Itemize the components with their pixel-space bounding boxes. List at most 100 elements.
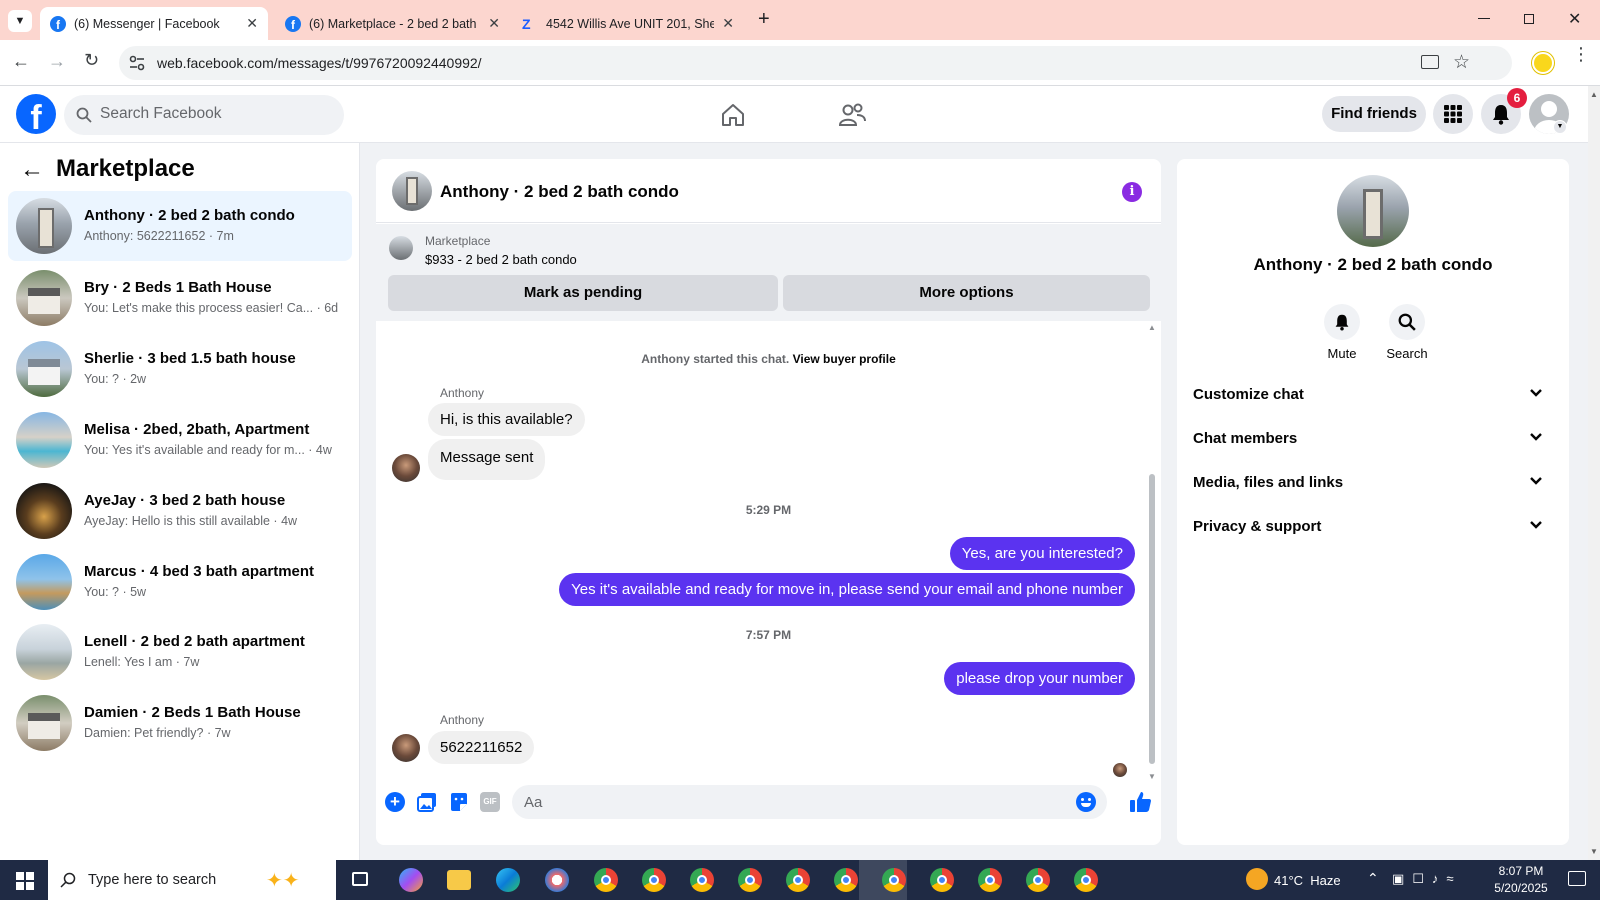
file-explorer-icon[interactable] bbox=[447, 870, 471, 890]
listing-detail[interactable]: $933 - 2 bed 2 bath condo bbox=[425, 252, 577, 267]
chrome-icon[interactable] bbox=[642, 868, 666, 892]
browser-menu-icon[interactable]: ⋮ bbox=[1572, 45, 1590, 63]
minimize-window-icon[interactable] bbox=[1478, 18, 1490, 19]
photo-icon[interactable] bbox=[417, 792, 437, 812]
taskbar-search-box[interactable]: Type here to search ✦✦ bbox=[48, 860, 336, 900]
bookmark-star-icon[interactable]: ☆ bbox=[1453, 51, 1470, 74]
copilot-icon[interactable] bbox=[399, 868, 423, 892]
weather-haze-icon[interactable] bbox=[1246, 868, 1268, 890]
close-tab-icon[interactable]: ✕ bbox=[488, 15, 500, 32]
sidebar-title: Marketplace bbox=[56, 155, 195, 182]
outgoing-message[interactable]: Yes it's available and ready for move in… bbox=[559, 573, 1135, 606]
chat-started-notice: Anthony started this chat. View buyer pr… bbox=[641, 352, 896, 366]
chrome-icon[interactable] bbox=[1026, 868, 1050, 892]
search-highlight-icon[interactable]: ✦✦ bbox=[266, 868, 300, 893]
customize-chat-row[interactable]: Customize chat bbox=[1193, 374, 1553, 418]
outgoing-message[interactable]: please drop your number bbox=[944, 662, 1135, 695]
message-input-placeholder: Aa bbox=[524, 794, 543, 811]
chat-avatar[interactable] bbox=[392, 171, 432, 211]
outgoing-message[interactable]: Yes, are you interested? bbox=[949, 537, 1135, 570]
account-chevron-icon[interactable]: ▼ bbox=[1553, 120, 1567, 134]
info-icon[interactable]: i bbox=[1122, 182, 1142, 202]
conversation-item[interactable]: Melisa · 2bed, 2bath, Apartment You: Yes… bbox=[8, 405, 352, 475]
install-app-icon[interactable] bbox=[1421, 55, 1439, 69]
restore-window-icon[interactable] bbox=[1524, 14, 1534, 24]
weather-text[interactable]: 41°C Haze bbox=[1274, 873, 1341, 888]
chrome-icon[interactable] bbox=[882, 868, 906, 892]
tab-search-chevron-icon[interactable]: ▼ bbox=[8, 10, 32, 32]
tab-messenger[interactable]: f (6) Messenger | Facebook ✕ bbox=[40, 7, 268, 40]
conversation-item[interactable]: Sherlie · 3 bed 1.5 bath house You: ? · … bbox=[8, 334, 352, 404]
chrome-icon[interactable] bbox=[738, 868, 762, 892]
tab-zillow[interactable]: Z 4542 Willis Ave UNIT 201, Sherm ✕ bbox=[512, 7, 744, 40]
privacy-support-row[interactable]: Privacy & support bbox=[1193, 506, 1553, 550]
details-avatar[interactable] bbox=[1337, 175, 1409, 247]
chrome-icon[interactable] bbox=[690, 868, 714, 892]
site-settings-icon[interactable] bbox=[129, 55, 145, 71]
zillow-favicon-icon: Z bbox=[522, 15, 531, 32]
new-tab-plus-icon[interactable]: + bbox=[758, 8, 770, 31]
emoji-icon[interactable] bbox=[1076, 792, 1096, 812]
reload-icon[interactable]: ↻ bbox=[84, 50, 99, 71]
search-in-chat-button[interactable]: Search bbox=[1377, 304, 1437, 361]
conversation-item[interactable]: Lenell · 2 bed 2 bath apartment Lenell: … bbox=[8, 617, 352, 687]
close-window-icon[interactable]: ✕ bbox=[1568, 9, 1581, 29]
page-scrollbar[interactable]: ▲ ▼ bbox=[1588, 86, 1600, 860]
back-arrow-icon[interactable]: ← bbox=[20, 156, 44, 184]
notification-center-icon[interactable] bbox=[1568, 871, 1586, 886]
more-options-button[interactable]: More options bbox=[783, 275, 1150, 311]
listing-thumbnail[interactable] bbox=[389, 236, 413, 260]
forward-arrow-icon[interactable]: → bbox=[48, 51, 66, 72]
sticker-icon[interactable] bbox=[449, 792, 469, 812]
gif-icon[interactable]: GIF bbox=[480, 792, 500, 812]
back-arrow-icon[interactable]: ← bbox=[12, 51, 30, 72]
facebook-header: f Search Facebook Find friends 6 ▼ bbox=[0, 86, 1588, 143]
conversation-item[interactable]: Marcus · 4 bed 3 bath apartment You: ? ·… bbox=[8, 547, 352, 617]
incoming-message[interactable]: Message sent bbox=[428, 439, 546, 480]
conversation-item[interactable]: Damien · 2 Beds 1 Bath House Damien: Pet… bbox=[8, 688, 352, 758]
facebook-logo-icon[interactable]: f bbox=[16, 94, 56, 134]
paint-icon[interactable] bbox=[545, 868, 569, 892]
media-files-links-row[interactable]: Media, files and links bbox=[1193, 462, 1553, 506]
close-tab-icon[interactable]: ✕ bbox=[722, 15, 734, 32]
chrome-icon[interactable] bbox=[834, 868, 858, 892]
edge-icon[interactable] bbox=[496, 868, 520, 892]
facebook-search-input[interactable]: Search Facebook bbox=[64, 95, 344, 135]
chat-title[interactable]: Anthony · 2 bed 2 bath condo bbox=[440, 182, 679, 202]
message-input[interactable]: Aa bbox=[512, 785, 1107, 819]
chrome-icon[interactable] bbox=[786, 868, 810, 892]
mute-button[interactable]: Mute bbox=[1317, 304, 1367, 361]
tab-marketplace[interactable]: f (6) Marketplace - 2 bed 2 bath c ✕ bbox=[275, 7, 510, 40]
incoming-message[interactable]: Hi, is this available? bbox=[428, 403, 585, 436]
tray-icons[interactable]: ▣☐♪≈ bbox=[1392, 871, 1462, 887]
home-icon[interactable] bbox=[720, 102, 746, 128]
chrome-icon[interactable] bbox=[1074, 868, 1098, 892]
incoming-message[interactable]: 5622211652 bbox=[428, 731, 535, 764]
friends-icon[interactable] bbox=[838, 102, 866, 128]
grid-icon bbox=[1444, 105, 1462, 123]
plus-circle-icon[interactable]: + bbox=[385, 792, 405, 812]
conversation-item[interactable]: Anthony · 2 bed 2 bath condo Anthony: 56… bbox=[8, 191, 352, 261]
clock-date[interactable]: 5/20/2025 bbox=[1486, 881, 1556, 895]
chrome-icon[interactable] bbox=[978, 868, 1002, 892]
message-thread[interactable]: Anthony started this chat. View buyer pr… bbox=[376, 321, 1161, 781]
chat-header: Anthony · 2 bed 2 bath condo i bbox=[376, 159, 1161, 223]
find-friends-button[interactable]: Find friends bbox=[1322, 96, 1426, 132]
chrome-icon[interactable] bbox=[930, 868, 954, 892]
address-bar[interactable]: web.facebook.com/messages/t/997672009244… bbox=[119, 46, 1512, 80]
windows-start-icon[interactable] bbox=[16, 872, 34, 890]
thumbs-up-icon[interactable] bbox=[1129, 790, 1153, 814]
clock-time[interactable]: 8:07 PM bbox=[1490, 864, 1552, 878]
chat-members-row[interactable]: Chat members bbox=[1193, 418, 1553, 462]
chrome-icon[interactable] bbox=[594, 868, 618, 892]
task-view-icon[interactable] bbox=[352, 872, 368, 886]
conversation-item[interactable]: Bry · 2 Beds 1 Bath House You: Let's mak… bbox=[8, 263, 352, 333]
mark-as-pending-button[interactable]: Mark as pending bbox=[388, 275, 778, 311]
thread-scrollbar[interactable]: ▲ ▼ bbox=[1147, 321, 1157, 781]
conversation-item[interactable]: AyeJay · 3 bed 2 bath house AyeJay: Hell… bbox=[8, 476, 352, 546]
menu-grid-button[interactable] bbox=[1433, 94, 1473, 134]
close-tab-icon[interactable]: ✕ bbox=[246, 15, 258, 32]
tray-chevron-icon[interactable]: ⌃ bbox=[1367, 870, 1379, 887]
profile-icon[interactable] bbox=[1532, 52, 1554, 74]
view-buyer-profile-link[interactable]: View buyer profile bbox=[793, 352, 896, 366]
